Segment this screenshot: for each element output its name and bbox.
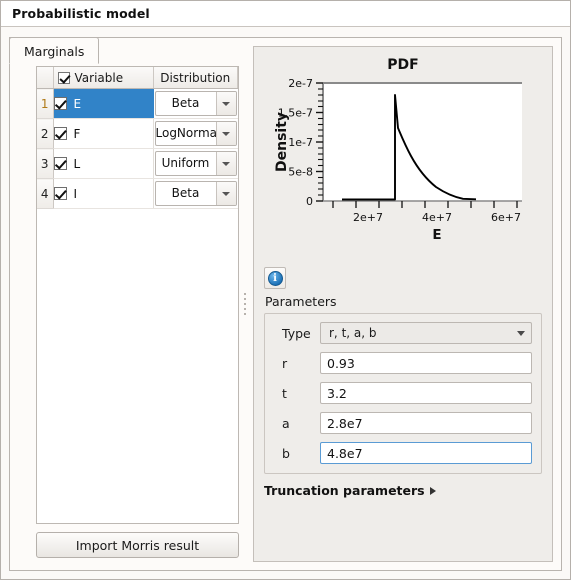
y-axis-label: Density	[274, 112, 290, 172]
chevron-down-icon	[222, 161, 230, 166]
select-all-checkbox-icon[interactable]	[57, 71, 70, 84]
parameter-input-a[interactable]	[320, 412, 532, 434]
distribution-value: Uniform	[161, 156, 210, 170]
parameter-label-r: r	[282, 355, 288, 371]
window-titlebar: Probabilistic model	[1, 1, 570, 27]
distribution-dropdown-button[interactable]	[215, 182, 236, 205]
distribution-column-header[interactable]: Distribution	[153, 67, 238, 89]
variables-pane: Variable Distribution 1 E Beta 2 F LogNo…	[18, 46, 239, 562]
variable-cell[interactable]: L	[53, 148, 154, 179]
panel-splitter[interactable]	[239, 46, 251, 562]
parameter-type-value: r, t, a, b	[329, 326, 377, 340]
x-tick-label: 6e+7	[491, 211, 521, 224]
import-morris-result-label: Import Morris result	[75, 537, 200, 553]
variables-table-head: Variable Distribution	[37, 67, 238, 89]
variable-name: E	[73, 96, 82, 111]
page-title: Probabilistic model	[12, 6, 150, 21]
parameter-input-b[interactable]	[320, 442, 532, 464]
distribution-combobox[interactable]: Beta	[154, 181, 237, 206]
distribution-value: LogNormal	[155, 126, 216, 140]
distribution-combobox[interactable]: Beta	[154, 91, 237, 116]
variables-table-body: 1 E Beta 2 F LogNormal 3 L Uniform 4 I B…	[37, 88, 238, 209]
row-index: 2	[37, 118, 54, 149]
variable-header-label: Variable	[74, 70, 124, 85]
pdf-plot-canvas: 0 5e-8 1e-7 1.5e-7 2e-7 2e+7 4e+7 6e+7 E…	[274, 77, 522, 243]
variable-name: I	[73, 186, 78, 201]
row-checkbox-icon[interactable]	[53, 96, 67, 110]
pdf-plot: PDF 0 5e-8 1e-7 1.5e-7 2e-7 2e+7 4e+7 6e…	[264, 55, 542, 267]
variables-table: Variable Distribution 1 E Beta 2 F LogNo…	[37, 67, 238, 209]
distribution-header-label: Distribution	[160, 70, 231, 85]
splitter-grip-icon	[244, 293, 246, 315]
parameter-type-combobox[interactable]: r, t, a, b	[320, 322, 532, 344]
info-button[interactable]: i	[264, 267, 286, 289]
distribution-value: Beta	[171, 96, 200, 110]
parameters-groupbox: Type r, t, a, b r t a	[264, 313, 542, 474]
distribution-dropdown-button[interactable]	[215, 152, 236, 175]
parameter-type-row: Type r, t, a, b	[274, 322, 532, 344]
distribution-combobox[interactable]: LogNormal	[154, 121, 237, 146]
row-index: 1	[37, 88, 54, 119]
truncation-parameters-toggle[interactable]: Truncation parameters	[264, 483, 542, 498]
parameter-row-a: a	[274, 412, 532, 434]
variable-name: F	[73, 126, 81, 141]
table-row[interactable]: 3 L Uniform	[37, 148, 238, 179]
distribution-dropdown-button[interactable]	[215, 122, 236, 145]
variable-cell[interactable]: I	[53, 178, 154, 209]
y-tick-label: 2e-7	[288, 77, 313, 90]
marginals-tab-panel: Variable Distribution 1 E Beta 2 F LogNo…	[9, 37, 562, 571]
tab-marginals-label: Marginals	[24, 44, 85, 59]
distribution-cell[interactable]: Uniform	[153, 148, 238, 179]
table-row[interactable]: 4 I Beta	[37, 178, 238, 209]
table-row[interactable]: 2 F LogNormal	[37, 118, 238, 149]
y-tick-label: 5e-8	[288, 166, 313, 179]
parameter-row-r: r	[274, 352, 532, 374]
row-index-header	[37, 67, 54, 89]
distribution-details-pane: PDF 0 5e-8 1e-7 1.5e-7 2e-7 2e+7 4e+7 6e…	[253, 46, 553, 562]
pdf-plot-title: PDF	[387, 57, 419, 73]
chevron-down-icon	[222, 131, 230, 136]
x-tick-label: 4e+7	[422, 211, 452, 224]
chevron-down-icon	[222, 101, 230, 106]
variable-cell[interactable]: F	[53, 118, 154, 149]
parameter-label-a: a	[282, 415, 290, 431]
variable-name: L	[73, 156, 81, 171]
distribution-dropdown-button[interactable]	[215, 92, 236, 115]
distribution-cell[interactable]: Beta	[153, 88, 238, 119]
variable-column-header[interactable]: Variable	[53, 67, 154, 89]
table-header-row: Variable Distribution	[37, 67, 238, 89]
type-label: Type	[282, 325, 311, 341]
row-index: 3	[37, 148, 54, 179]
parameter-row-t: t	[274, 382, 532, 404]
chevron-down-icon	[222, 191, 230, 196]
row-checkbox-icon[interactable]	[53, 156, 67, 170]
chevron-down-icon	[517, 330, 525, 336]
variable-cell[interactable]: E	[53, 88, 154, 119]
parameter-row-b: b	[274, 442, 532, 464]
parameter-label-b: b	[282, 445, 290, 461]
parameter-input-t[interactable]	[320, 382, 532, 404]
truncation-parameters-label: Truncation parameters	[264, 483, 425, 498]
import-morris-result-button[interactable]: Import Morris result	[36, 532, 239, 558]
variables-table-container: Variable Distribution 1 E Beta 2 F LogNo…	[36, 66, 239, 524]
table-row[interactable]: 1 E Beta	[37, 88, 238, 119]
parameter-input-r[interactable]	[320, 352, 532, 374]
x-axis-label: E	[432, 227, 441, 243]
x-tick-label: 2e+7	[353, 211, 383, 224]
info-icon: i	[267, 270, 283, 286]
row-checkbox-icon[interactable]	[53, 126, 67, 140]
row-checkbox-icon[interactable]	[53, 186, 67, 200]
row-index: 4	[37, 178, 54, 209]
distribution-combobox[interactable]: Uniform	[154, 151, 237, 176]
chevron-right-icon	[429, 486, 436, 495]
parameters-section-label: Parameters	[265, 294, 337, 309]
distribution-cell[interactable]: LogNormal	[153, 118, 238, 149]
probabilistic-model-window: Probabilistic model Marginals Dependence	[0, 0, 571, 580]
distribution-cell[interactable]: Beta	[153, 178, 238, 209]
tab-marginals[interactable]: Marginals	[9, 37, 100, 64]
y-tick-label: 0	[306, 195, 313, 208]
distribution-value: Beta	[171, 186, 200, 200]
parameter-label-t: t	[282, 385, 287, 401]
y-tick-label: 1e-7	[288, 136, 313, 149]
